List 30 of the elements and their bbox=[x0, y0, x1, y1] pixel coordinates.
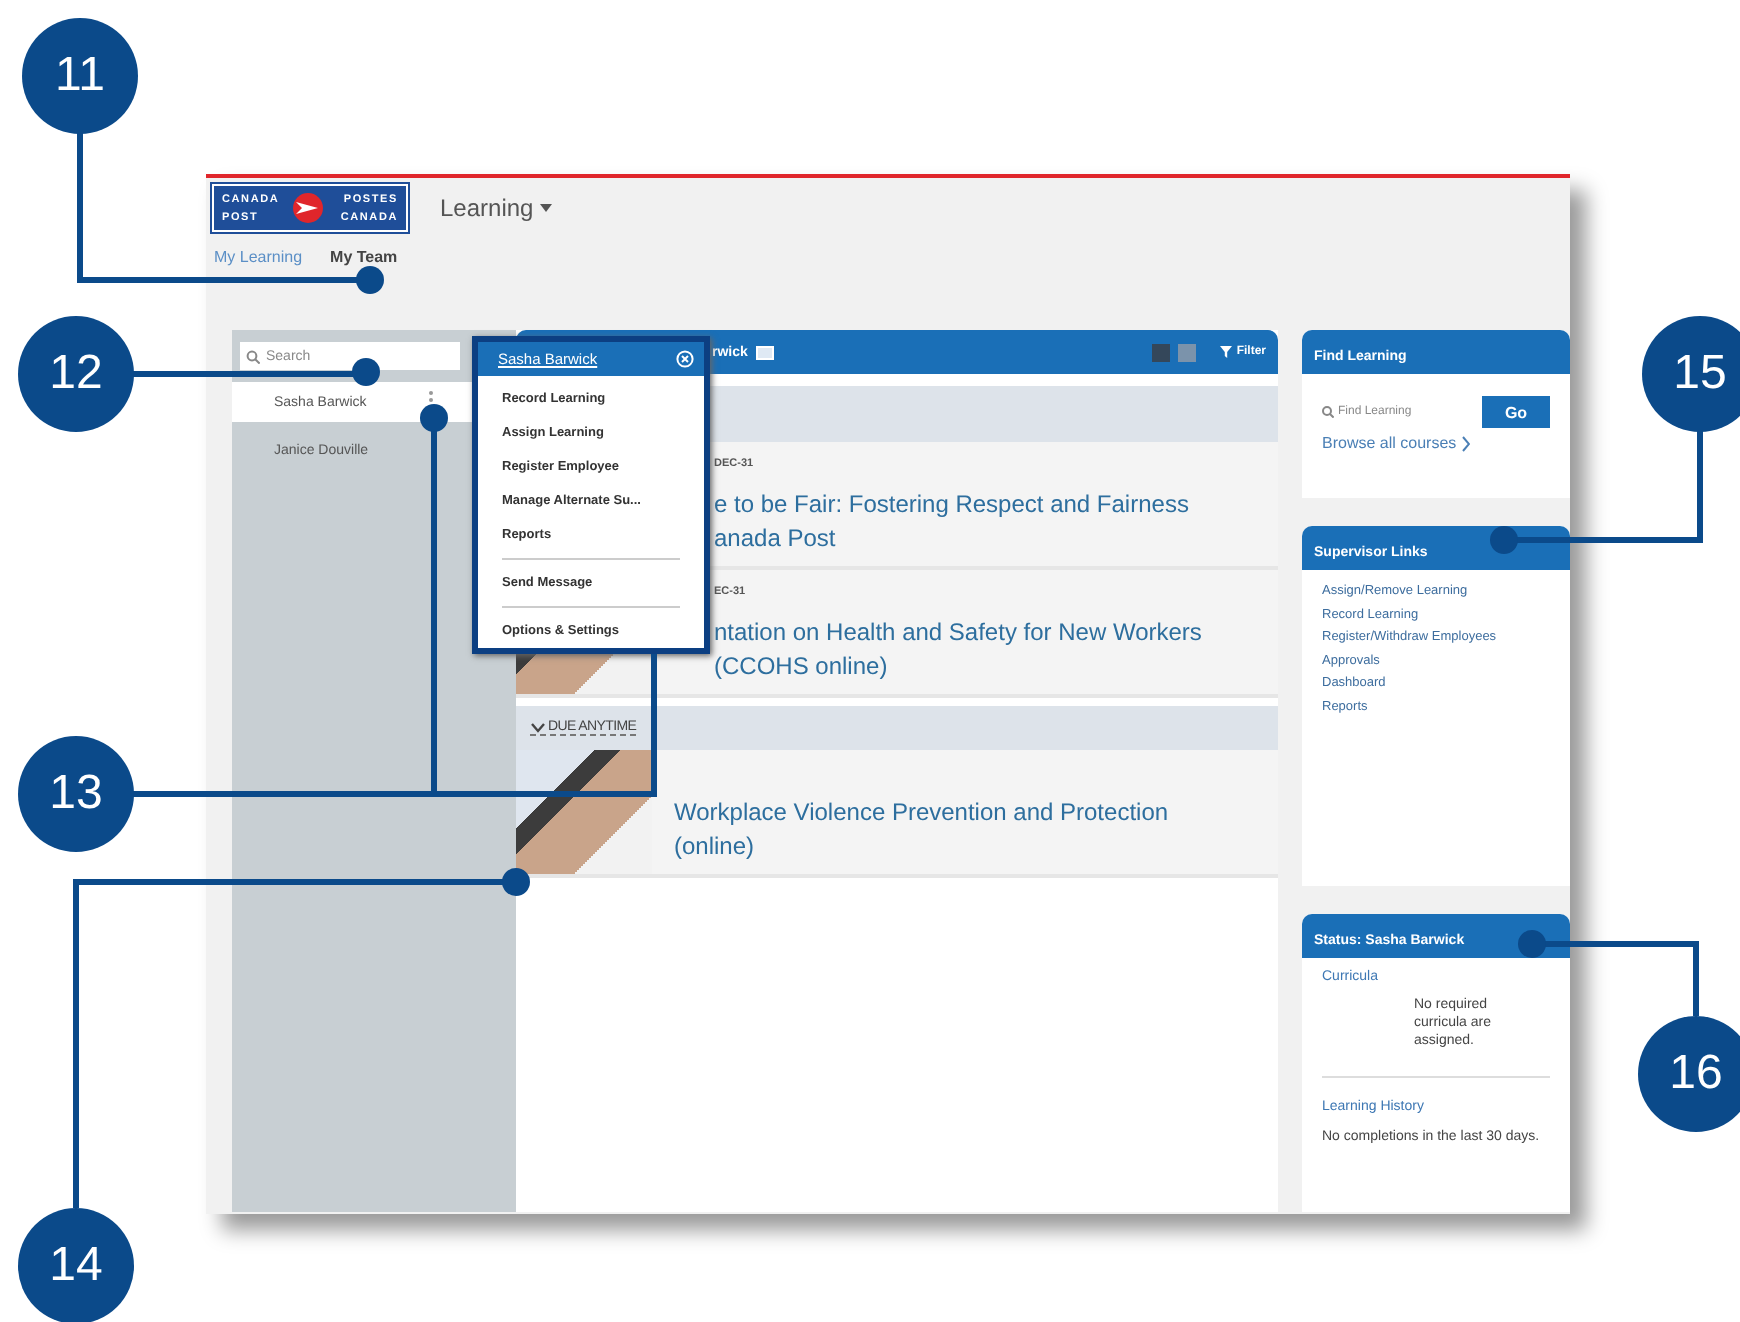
search-icon bbox=[246, 349, 260, 363]
caret-icon bbox=[539, 204, 552, 212]
course-title[interactable]: (online) bbox=[674, 832, 1169, 862]
grid-view-icon bbox=[1178, 343, 1197, 361]
search-icon bbox=[1322, 406, 1334, 418]
course-title[interactable]: e to be Fair: Fostering Respect and Fairness bbox=[714, 490, 1189, 520]
course-title[interactable]: (CCOHS online) bbox=[714, 652, 1202, 682]
callout-number: 11 bbox=[22, 18, 138, 134]
nav-tab[interactable]: My Team bbox=[330, 248, 398, 266]
eagle-icon bbox=[288, 192, 328, 224]
course-title[interactable]: ntation on Health and Safety for New Workers bbox=[714, 618, 1202, 648]
course-row[interactable]: Workplace Violence Prevention and Protection (online) bbox=[516, 750, 1278, 878]
callout-number: 15 bbox=[1642, 316, 1740, 432]
photo-placeholder bbox=[516, 750, 652, 874]
card-icon bbox=[755, 345, 774, 359]
course-title[interactable]: anada Post bbox=[714, 524, 1189, 554]
go-button[interactable]: Go bbox=[1482, 396, 1550, 428]
callout-number: 14 bbox=[18, 1208, 134, 1322]
chevron-right-icon bbox=[1462, 435, 1471, 451]
chevron-down-icon bbox=[530, 721, 546, 733]
filter-icon bbox=[1220, 346, 1233, 358]
course-title[interactable]: Workplace Violence Prevention and Protection bbox=[674, 798, 1169, 828]
callout-number: 13 bbox=[18, 736, 134, 852]
browse-link[interactable]: Browse all courses bbox=[1322, 434, 1550, 452]
nav-tab[interactable]: My Learning bbox=[214, 248, 303, 266]
list-view-icon bbox=[1152, 343, 1171, 361]
callout-number: 12 bbox=[18, 316, 134, 432]
learning-menu[interactable]: Learning bbox=[440, 194, 552, 222]
callout-number: 16 bbox=[1638, 1016, 1740, 1132]
close-icon bbox=[676, 350, 694, 368]
